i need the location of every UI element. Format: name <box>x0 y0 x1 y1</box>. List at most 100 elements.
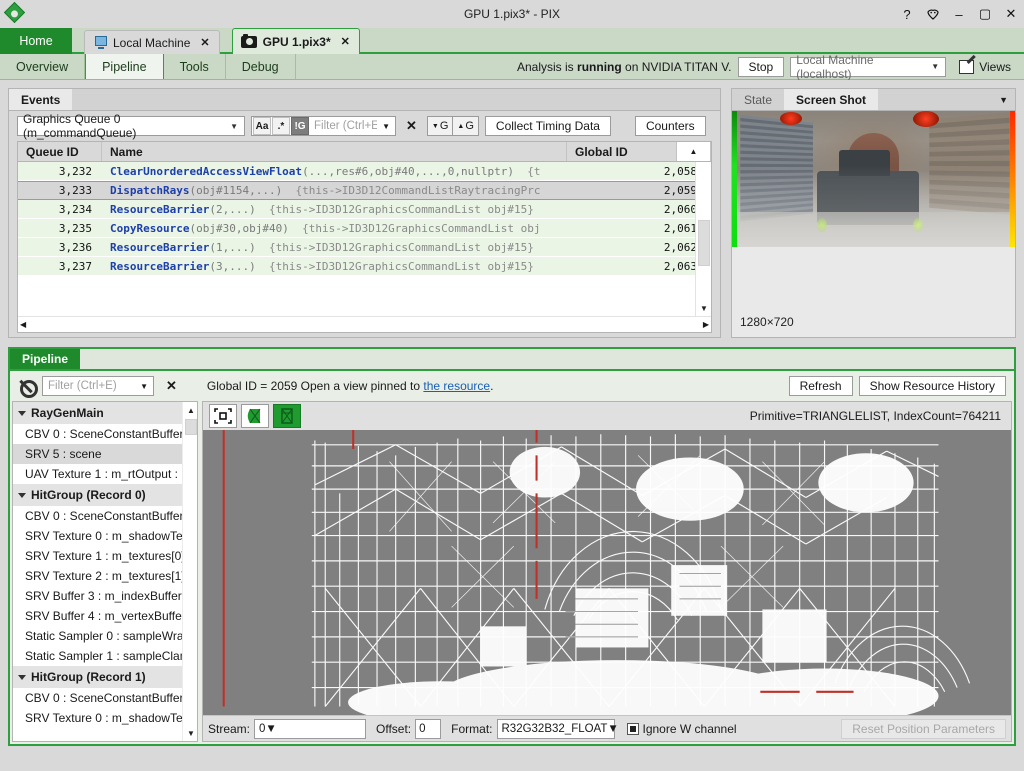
events-horizontal-scrollbar[interactable]: ◀ ▶ <box>18 316 711 332</box>
tree-group-hitgroup-record-1[interactable]: HitGroup (Record 1) <box>13 666 197 688</box>
tree-item[interactable]: SRV Texture 0 : m_shadowTex <box>13 526 197 546</box>
panel-tab-events[interactable]: Events <box>9 89 72 110</box>
tree-group-raygenmain[interactable]: RayGenMain <box>13 402 197 424</box>
gear-icon[interactable] <box>18 378 34 394</box>
tree-item-selected[interactable]: SRV 5 : scene <box>13 444 197 464</box>
doc-tab-label: GPU 1.pix3* <box>263 35 331 49</box>
doc-tab-local-machine[interactable]: Local Machine ✕ <box>84 30 220 54</box>
cell-name: CopyResource(obj#30,obj#40) {this->ID3D1… <box>102 222 601 235</box>
views-button[interactable]: Views <box>952 55 1018 79</box>
chevron-down-icon[interactable]: ▼ <box>377 122 395 131</box>
events-toolbar: Graphics Queue 0 (m_commandQueue) ▼ Aa .… <box>9 111 720 141</box>
events-filter-input[interactable]: Filter (Ctrl+E) <box>309 120 377 132</box>
tab-pipeline[interactable]: Pipeline <box>85 54 163 79</box>
table-row[interactable]: 3,235 CopyResource(obj#30,obj#40) {this-… <box>18 219 711 238</box>
home-button[interactable]: Home <box>0 28 72 54</box>
maximize-button[interactable]: ▢ <box>972 2 998 26</box>
scroll-left-arrow[interactable]: ◀ <box>20 320 26 329</box>
pipeline-filter-input[interactable]: Filter (Ctrl+E) <box>43 380 135 392</box>
screenshot-body: 1280×720 <box>732 111 1015 337</box>
tree-item[interactable]: CBV 0 : SceneConstantBuffer <box>13 506 197 526</box>
tree-item[interactable]: UAV Texture 1 : m_rtOutput : I <box>13 464 197 484</box>
solid-mesh-icon[interactable] <box>241 404 269 428</box>
table-row[interactable]: 3,233 DispatchRays(obj#1154,...) {this->… <box>18 181 711 200</box>
screenshot-thumbnail[interactable] <box>732 111 1015 247</box>
caret-up-icon: ▲ <box>457 123 464 130</box>
tree-group-hitgroup-record-0[interactable]: HitGroup (Record 0) <box>13 484 197 506</box>
scroll-right-arrow[interactable]: ▶ <box>703 320 709 329</box>
column-header-name[interactable]: Name <box>102 142 567 161</box>
chevron-down-icon[interactable]: ▼ <box>135 382 153 391</box>
doc-tab-gpu-capture[interactable]: GPU 1.pix3* ✕ <box>232 28 360 54</box>
format-dropdown[interactable]: R32G32B32_FLOAT ▼ <box>497 719 615 739</box>
wireframe-mesh-icon[interactable] <box>273 404 301 428</box>
show-resource-history-button[interactable]: Show Resource History <box>859 376 1006 396</box>
regex-toggle[interactable]: .* <box>272 117 290 135</box>
panel-tab-screen-shot[interactable]: Screen Shot <box>784 89 878 110</box>
refresh-button[interactable]: Refresh <box>789 376 853 396</box>
table-row[interactable]: 3,236 ResourceBarrier(1,...) {this->ID3D… <box>18 238 711 257</box>
scroll-up-arrow[interactable]: ▲ <box>183 402 198 418</box>
scrollbar-thumb[interactable] <box>698 220 710 266</box>
next-event-button[interactable]: ▲G <box>453 116 479 136</box>
tree-item[interactable]: SRV Buffer 4 : m_vertexBuffer <box>13 606 197 626</box>
clear-filter-button[interactable]: ✕ <box>402 118 421 134</box>
feedback-icon[interactable] <box>920 2 946 26</box>
scroll-down-arrow[interactable]: ▼ <box>696 300 711 316</box>
tab-debug[interactable]: Debug <box>226 54 296 79</box>
collect-timing-data-button[interactable]: Collect Timing Data <box>485 116 611 136</box>
tree-item[interactable]: CBV 0 : SceneConstantBuffer <box>13 424 197 444</box>
format-label: Format: <box>451 722 492 736</box>
close-button[interactable]: ✕ <box>998 2 1024 26</box>
table-row[interactable]: 3,237 ResourceBarrier(3,...) {this->ID3D… <box>18 257 711 276</box>
tree-item[interactable]: SRV Buffer 3 : m_indexBuffer : <box>13 586 197 606</box>
close-icon[interactable]: ✕ <box>341 35 350 48</box>
tab-tools[interactable]: Tools <box>164 54 226 79</box>
resource-link[interactable]: the resource <box>423 379 490 393</box>
pipeline-info-text: Global ID = 2059 Open a view pinned to t… <box>207 379 494 393</box>
stop-button[interactable]: Stop <box>738 57 785 77</box>
tree-vertical-scrollbar[interactable]: ▲ ▼ <box>182 402 197 741</box>
tree-item[interactable]: SRV Texture 2 : m_textures[1] <box>13 566 197 586</box>
events-vertical-scrollbar[interactable]: ▼ <box>695 162 711 316</box>
column-header-queue-id[interactable]: Queue ID <box>18 142 102 161</box>
tree-item[interactable]: Static Sampler 1 : sampleClam <box>13 646 197 666</box>
grid-scroll-up-arrow[interactable]: ▲ <box>677 142 711 161</box>
app-logo-icon <box>3 1 29 27</box>
offset-input[interactable]: 0 <box>415 719 441 739</box>
events-filter-box[interactable]: Aa .* !G Filter (Ctrl+E) ▼ <box>251 116 396 136</box>
cell-name: DispatchRays(obj#1154,...) {this->ID3D12… <box>102 184 601 197</box>
clear-pipeline-filter-button[interactable]: ✕ <box>162 378 181 394</box>
close-icon[interactable]: ✕ <box>200 36 209 49</box>
scrollbar-thumb[interactable] <box>185 419 197 435</box>
tab-overview[interactable]: Overview <box>0 54 85 79</box>
column-header-global-id[interactable]: Global ID <box>567 142 677 161</box>
reset-position-parameters-button[interactable]: Reset Position Parameters <box>841 719 1006 739</box>
match-case-toggle[interactable]: Aa <box>253 117 271 135</box>
panel-menu-chevron-icon[interactable]: ▼ <box>992 89 1015 110</box>
tree-item[interactable]: SRV Texture 0 : m_shadowTex <box>13 708 197 728</box>
queue-selector-dropdown[interactable]: Graphics Queue 0 (m_commandQueue) ▼ <box>17 116 245 136</box>
help-icon[interactable]: ? <box>894 2 920 26</box>
section-tab-strip: Overview Pipeline Tools Debug Analysis i… <box>0 54 1024 80</box>
prev-event-button[interactable]: ▼G <box>427 116 454 136</box>
mesh-wireframe-canvas[interactable] <box>203 430 1011 715</box>
analysis-status-text: Analysis is running on NVIDIA TITAN V. <box>517 60 732 74</box>
target-machine-dropdown[interactable]: Local Machine (localhost) ▼ <box>790 57 946 77</box>
table-row[interactable]: 3,234 ResourceBarrier(2,...) {this->ID3D… <box>18 200 711 219</box>
minimize-button[interactable]: – <box>946 2 972 26</box>
panel-tab-state[interactable]: State <box>732 89 784 110</box>
offset-label: Offset: <box>376 722 411 736</box>
panel-tab-pipeline[interactable]: Pipeline <box>10 349 80 369</box>
table-row[interactable]: 3,232 ClearUnorderedAccessViewFloat(...,… <box>18 162 711 181</box>
tree-item[interactable]: SRV Texture 1 : m_textures[0] <box>13 546 197 566</box>
tree-item[interactable]: CBV 0 : SceneConstantBuffer <box>13 688 197 708</box>
fit-to-view-icon[interactable] <box>209 404 237 428</box>
tree-item[interactable]: Static Sampler 0 : sampleWra <box>13 626 197 646</box>
ignore-w-checkbox[interactable] <box>627 723 639 735</box>
scroll-down-arrow[interactable]: ▼ <box>183 725 198 741</box>
negate-filter-toggle[interactable]: !G <box>291 117 309 135</box>
pipeline-filter-box[interactable]: Filter (Ctrl+E) ▼ <box>42 376 154 396</box>
stream-dropdown[interactable]: 0 ▼ <box>254 719 366 739</box>
counters-button[interactable]: Counters <box>635 116 706 136</box>
